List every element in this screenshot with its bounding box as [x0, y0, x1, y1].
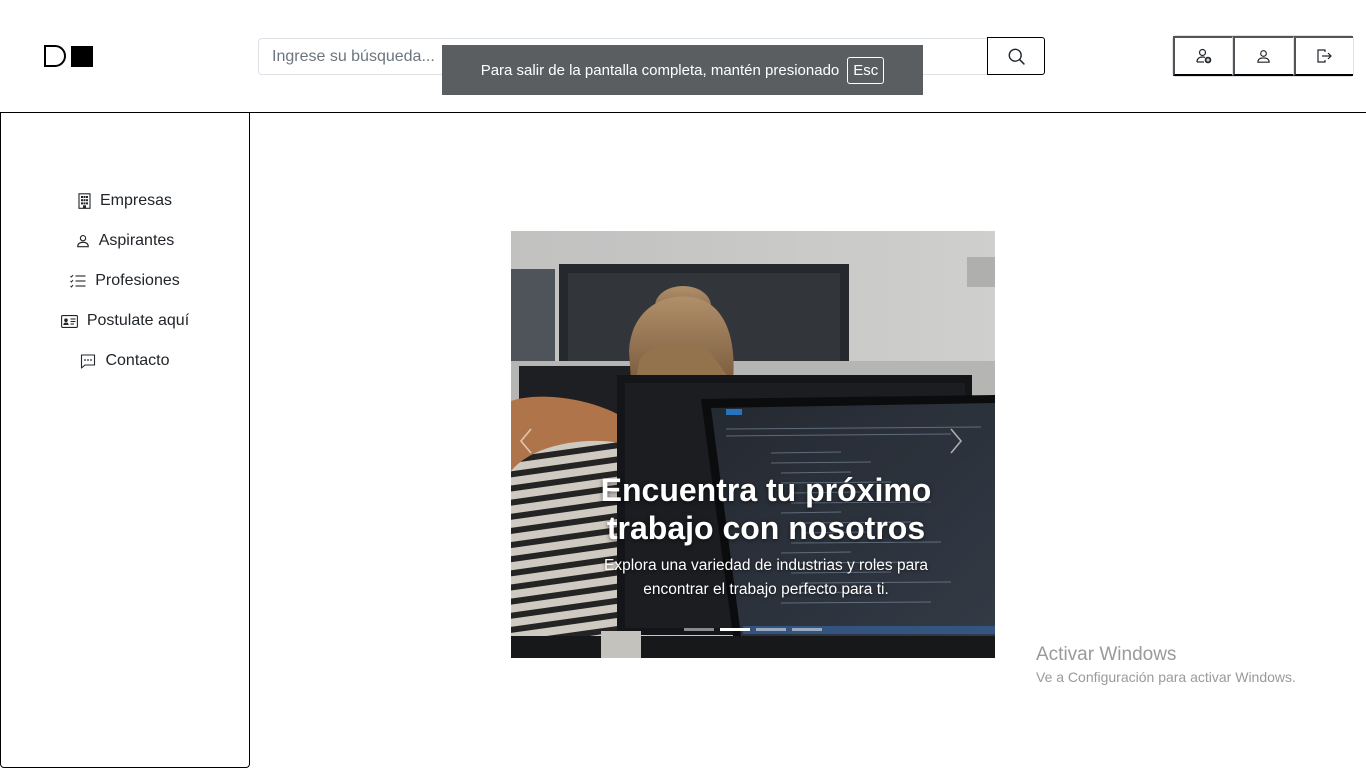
- carousel-indicator[interactable]: [684, 628, 714, 631]
- watermark-subtitle: Ve a Configuración para activar Windows.: [1036, 669, 1296, 685]
- sidebar: Empresas Aspirantes Profesiones Postulat…: [0, 113, 250, 768]
- carousel-prev-button[interactable]: [511, 426, 541, 456]
- person-icon: [76, 235, 89, 248]
- sidebar-item-aspirantes[interactable]: Aspirantes: [76, 221, 175, 261]
- sidebar-item-postulate[interactable]: Postulate aquí: [60, 301, 190, 341]
- hero-carousel[interactable]: Encuentra tu próximo trabajo con nosotro…: [511, 231, 995, 658]
- logo-square-shape: [71, 45, 93, 67]
- sidebar-nav: Empresas Aspirantes Profesiones Postulat…: [1, 181, 249, 381]
- search-icon: [1008, 48, 1025, 65]
- register-button[interactable]: [1173, 36, 1234, 76]
- esc-key-badge: Esc: [847, 56, 885, 84]
- sidebar-item-label: Empresas: [99, 192, 173, 209]
- chat-icon: [81, 353, 96, 369]
- watermark-title: Activar Windows: [1036, 644, 1177, 665]
- sidebar-item-label: Contacto: [105, 352, 170, 369]
- carousel-indicator[interactable]: [792, 628, 822, 631]
- person-add-icon: [1196, 48, 1211, 64]
- windows-activation-watermark: Activar Windows Ve a Configuración para …: [1036, 643, 1296, 687]
- profile-button[interactable]: [1233, 36, 1294, 76]
- list-check-icon: [70, 274, 86, 288]
- carousel-indicators: [511, 628, 995, 631]
- carousel-indicator[interactable]: [756, 628, 786, 631]
- site-logo[interactable]: [44, 45, 93, 67]
- sidebar-item-contacto[interactable]: Contacto: [80, 341, 170, 381]
- sidebar-item-label: Postulate aquí: [86, 312, 190, 329]
- carousel-next-button[interactable]: [941, 426, 971, 456]
- fullscreen-notice-text: Para salir de la pantalla completa, mant…: [480, 61, 840, 79]
- carousel-title: Encuentra tu próximo trabajo con nosotro…: [600, 472, 932, 546]
- building-icon: [78, 193, 91, 209]
- sidebar-item-empresas[interactable]: Empresas: [78, 181, 172, 221]
- person-icon: [1257, 49, 1271, 63]
- id-card-icon: [60, 314, 78, 328]
- logout-button[interactable]: [1293, 36, 1353, 76]
- user-actions-group: [1172, 35, 1354, 77]
- fullscreen-exit-notice: Para salir de la pantalla completa, mant…: [442, 45, 923, 95]
- sidebar-item-label: Profesiones: [95, 272, 180, 289]
- search-button[interactable]: [987, 37, 1045, 75]
- carousel-text: Explora una variedad de industrias y rol…: [604, 557, 928, 598]
- sidebar-item-profesiones[interactable]: Profesiones: [70, 261, 180, 301]
- logout-icon: [1317, 49, 1332, 63]
- sidebar-item-label: Aspirantes: [98, 232, 175, 249]
- chevron-left-icon: [519, 428, 532, 454]
- carousel-indicator-active[interactable]: [720, 628, 750, 631]
- logo-d-shape: [44, 45, 66, 67]
- chevron-right-icon: [950, 428, 963, 454]
